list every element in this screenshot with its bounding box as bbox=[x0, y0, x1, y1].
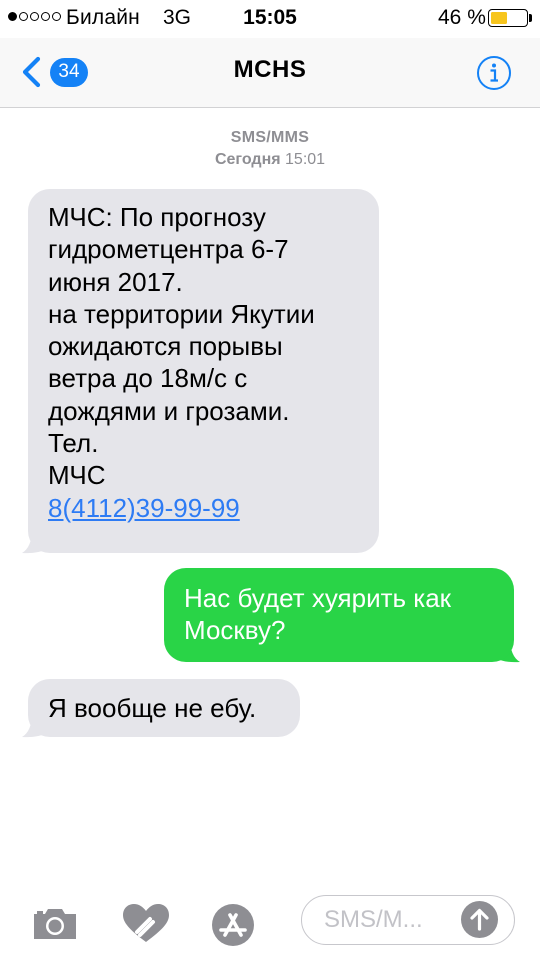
message-line: июня 2017. bbox=[48, 266, 183, 297]
message-type-label: SMS/MMS bbox=[230, 129, 310, 146]
message-line: ветра до 18м/с с bbox=[48, 363, 248, 394]
unread-count-badge: 34 bbox=[50, 57, 88, 87]
timestamp-time: 15:01 bbox=[285, 151, 326, 168]
info-icon[interactable] bbox=[476, 55, 512, 91]
arrow-up-icon bbox=[470, 908, 489, 931]
chevron-left-icon bbox=[22, 56, 41, 88]
message-line: на территории Якутии bbox=[48, 298, 315, 329]
back-button[interactable]: 34 bbox=[16, 54, 88, 90]
camera-icon[interactable] bbox=[31, 904, 79, 942]
message-timestamp: Сегодня 15:01 bbox=[0, 151, 540, 169]
timestamp-day: Сегодня bbox=[214, 151, 281, 168]
message-bubble-outgoing[interactable]: Нас будет хуярить как Москву? bbox=[164, 568, 514, 662]
message-line: Нас будет хуярить как bbox=[184, 583, 452, 613]
message-bubble-incoming[interactable]: Я вообще не ебу. bbox=[28, 679, 300, 737]
navigation-bar: 34 MCHS bbox=[0, 38, 540, 108]
message-line: МЧС: По прогнозу bbox=[48, 202, 266, 232]
message-line: гидрометцентра 6-7 bbox=[48, 234, 289, 265]
message-input-placeholder: SMS/M... bbox=[324, 906, 423, 933]
message-line: дождями и грозами. bbox=[48, 395, 290, 426]
message-line: ожидаются порывы bbox=[48, 331, 283, 362]
app-store-icon[interactable] bbox=[210, 902, 256, 948]
status-bar: Билайн 3G 15:05 46 % bbox=[0, 0, 540, 38]
phone-number-link[interactable]: 8(4112)39-99-99 bbox=[48, 493, 240, 523]
send-button[interactable] bbox=[461, 901, 498, 938]
battery-percent: 46 % bbox=[438, 6, 486, 29]
digital-touch-heart-icon[interactable] bbox=[120, 902, 172, 946]
message-bubble-incoming[interactable]: МЧС: По прогнозу гидрометцентра 6-7 июня… bbox=[28, 189, 379, 553]
battery-icon bbox=[488, 9, 528, 27]
message-line: Я вообще не ебу. bbox=[48, 693, 257, 723]
message-line: МЧС bbox=[48, 460, 106, 491]
message-line: Тел. bbox=[48, 428, 99, 459]
message-input[interactable]: SMS/M... bbox=[301, 895, 515, 945]
battery-nub bbox=[529, 14, 532, 22]
message-line: Москву? bbox=[184, 615, 286, 646]
